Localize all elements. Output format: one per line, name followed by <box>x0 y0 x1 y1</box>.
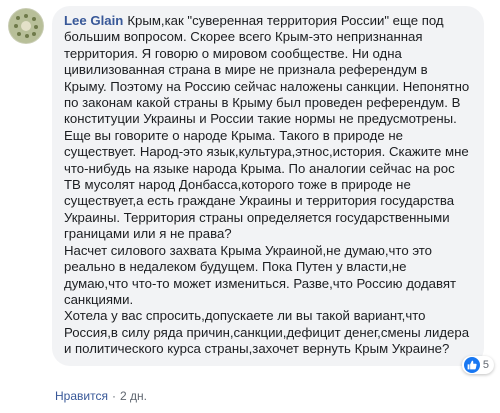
comment-actions: Нравится · 2 дн. <box>55 389 147 403</box>
reactions-badge[interactable]: 5 <box>461 355 494 374</box>
like-icon <box>463 356 480 373</box>
comment: Lee Glain Крым,как "суверенная территория… <box>8 6 494 374</box>
comment-author[interactable]: Lee Glain <box>64 13 123 28</box>
comment-bubble-wrap: Lee Glain Крым,как "суверенная территория… <box>52 6 494 374</box>
comment-bubble: Lee Glain Крым,как "суверенная территория… <box>52 6 484 366</box>
like-button[interactable]: Нравится <box>55 389 108 403</box>
reaction-count: 5 <box>482 358 489 371</box>
comment-timestamp[interactable]: 2 дн. <box>120 389 147 403</box>
action-separator: · <box>111 389 116 403</box>
avatar[interactable] <box>8 8 44 44</box>
avatar-image <box>8 8 44 44</box>
comment-text: Крым,как "суверенная территория России" … <box>64 13 470 357</box>
